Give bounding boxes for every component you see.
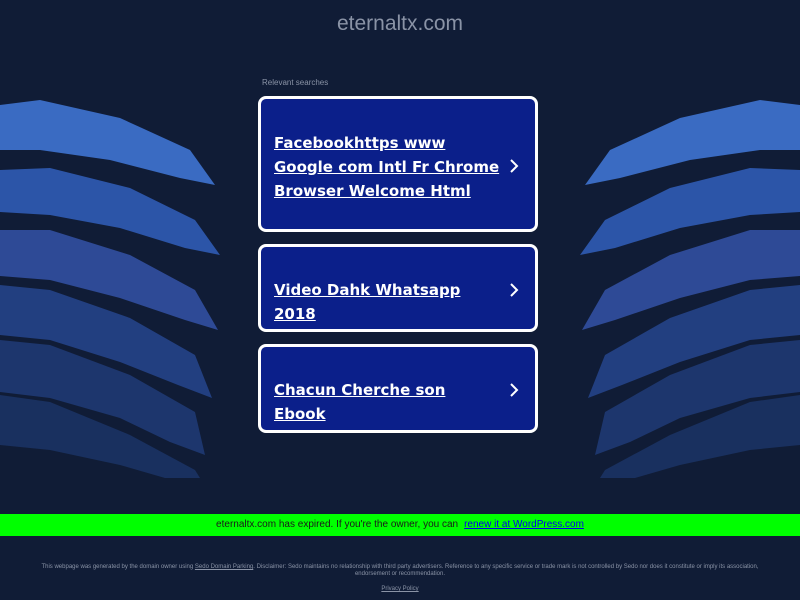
disclaimer-prefix: This webpage was generated by the domain… xyxy=(41,564,194,570)
chevron-right-icon xyxy=(510,383,519,397)
domain-title: eternaltx.com xyxy=(336,12,464,35)
parked-domain-page: eternaltx.com Relevant searches Facebook… xyxy=(0,0,800,600)
relevant-searches-label: Relevant searches xyxy=(262,78,329,87)
chevron-right-icon xyxy=(510,283,519,297)
search-result-card[interactable]: Facebookhttps www Google com Intl Fr Chr… xyxy=(258,96,538,232)
search-result-link[interactable]: Facebookhttps www Google com Intl Fr Chr… xyxy=(274,131,501,203)
expiry-banner-text: eternaltx.com has expired. If you're the… xyxy=(216,519,459,530)
disclaimer-suffix: . Disclaimer: Sedo maintains no relation… xyxy=(253,564,759,577)
chevron-right-icon xyxy=(510,159,519,173)
disclaimer-text: This webpage was generated by the domain… xyxy=(40,564,760,578)
search-result-link[interactable]: Video Dahk Whatsapp 2018 xyxy=(274,278,501,326)
search-result-card[interactable]: Chacun Cherche son Ebook xyxy=(258,344,538,433)
privacy-policy-container: Privacy Policy xyxy=(0,586,800,592)
renew-link[interactable]: renew it at WordPress.com xyxy=(464,519,584,530)
sedo-parking-link[interactable]: Sedo Domain Parking xyxy=(195,564,253,570)
search-result-card[interactable]: Video Dahk Whatsapp 2018 xyxy=(258,244,538,332)
expiry-banner: eternaltx.com has expired. If you're the… xyxy=(0,514,800,536)
privacy-policy-link[interactable]: Privacy Policy xyxy=(381,586,418,592)
search-result-link[interactable]: Chacun Cherche son Ebook xyxy=(274,378,501,426)
